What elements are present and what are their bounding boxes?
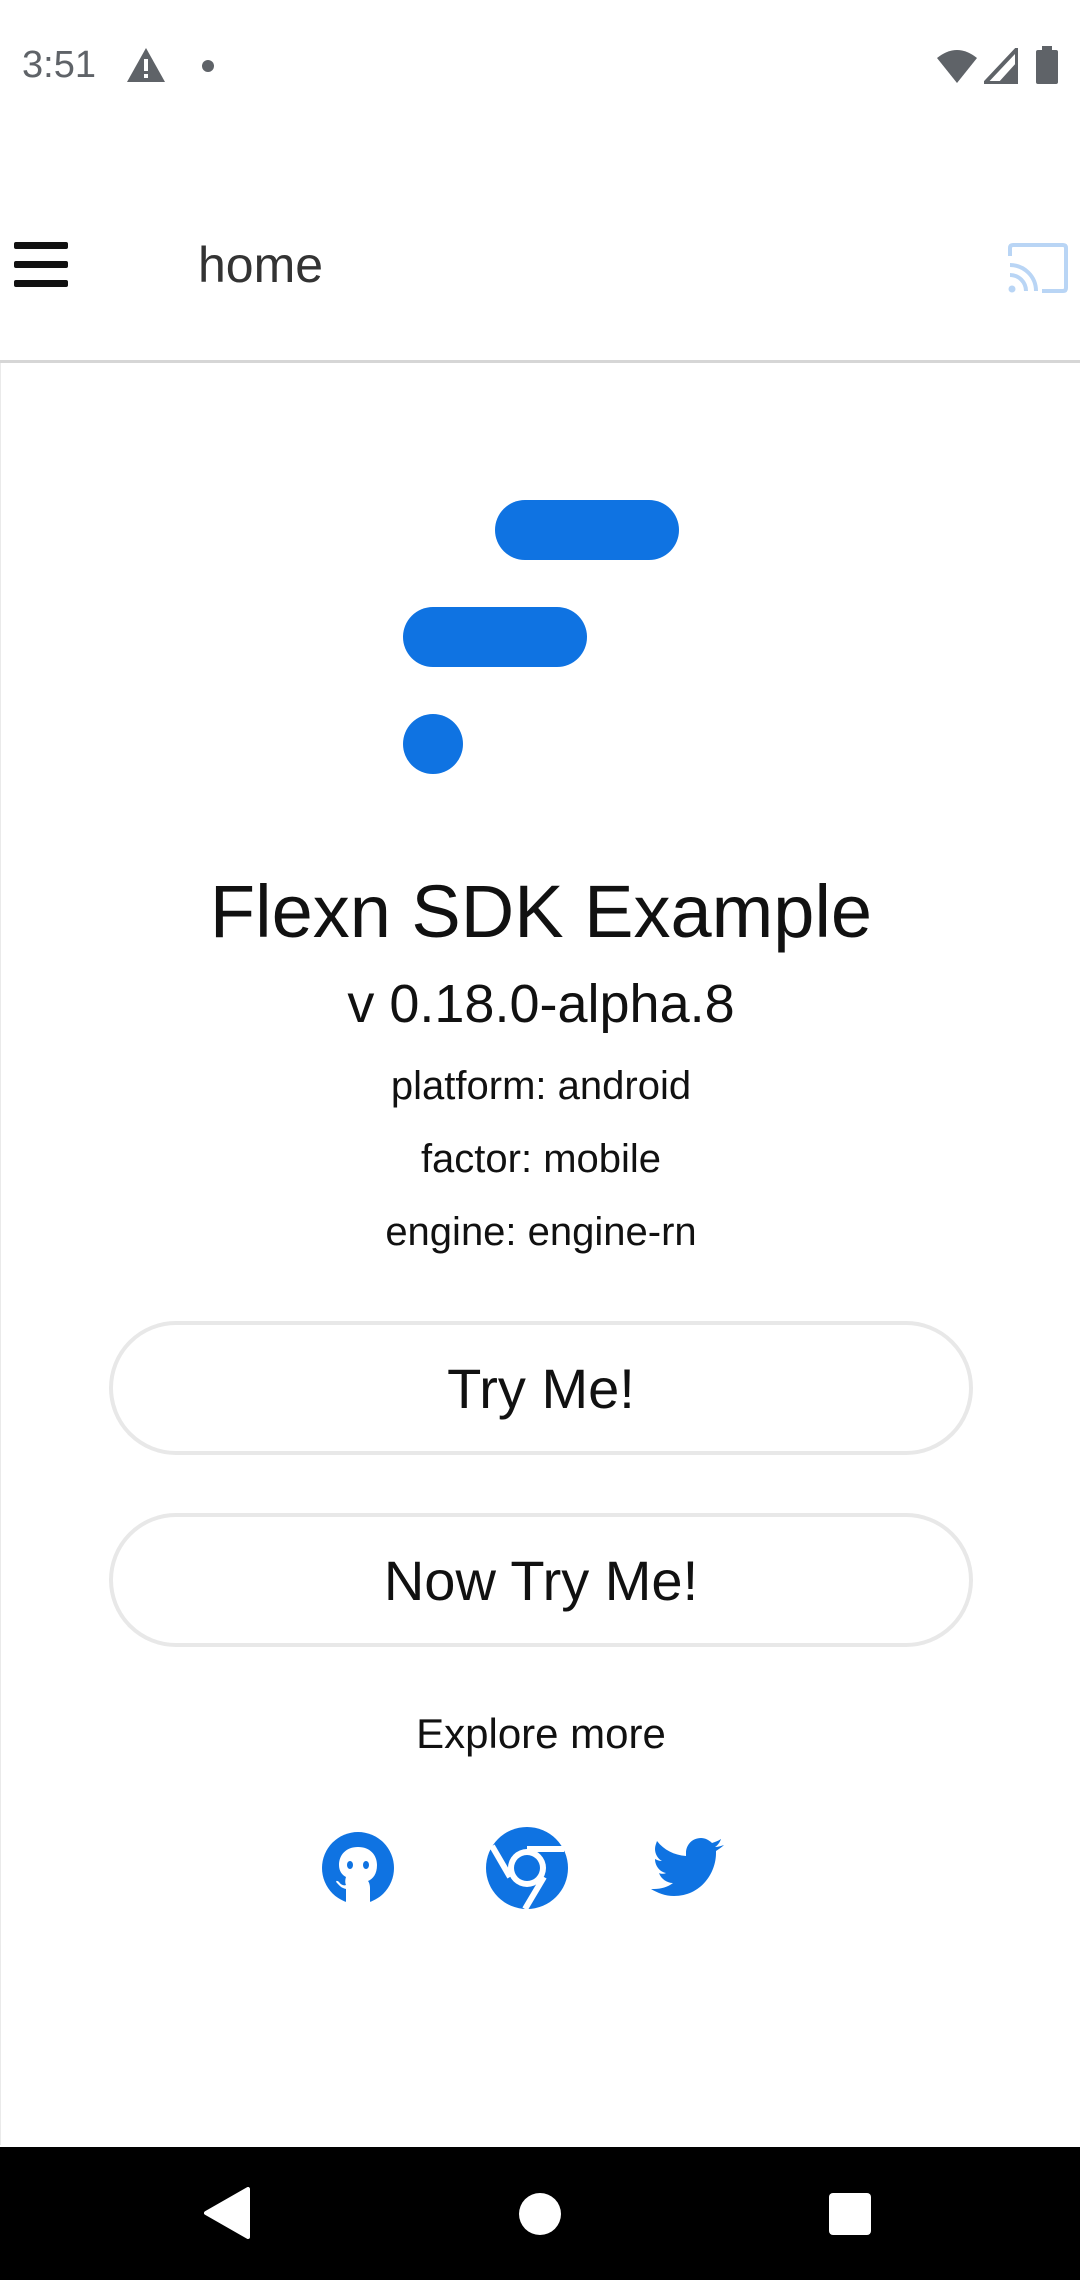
chrome-icon[interactable] [484, 1825, 570, 1911]
screen: 3:51 home Flexn SDK Example v 0.18.0-alp… [0, 0, 1080, 2280]
battery-icon [1036, 46, 1058, 84]
version-label: v 0.18.0-alpha.8 [347, 974, 735, 1034]
main-content: Flexn SDK Example v 0.18.0-alpha.8 platf… [0, 363, 1080, 2145]
status-time: 3:51 [22, 44, 96, 86]
try-me-button[interactable]: Try Me! [109, 1321, 973, 1455]
warning-icon [127, 48, 165, 82]
home-icon[interactable] [519, 2193, 561, 2235]
notification-dot-icon [202, 60, 214, 72]
status-bar: 3:51 [0, 0, 1080, 130]
app-bar: home [0, 170, 1080, 363]
system-nav-bar [0, 2147, 1080, 2280]
flexn-logo-icon [401, 500, 681, 780]
twitter-icon[interactable] [646, 1825, 732, 1911]
back-icon[interactable] [204, 2187, 252, 2239]
headline: Flexn SDK Example [209, 870, 873, 953]
explore-more-label: Explore more [416, 1710, 666, 1757]
hamburger-menu-icon[interactable] [10, 240, 70, 290]
wifi-icon [937, 50, 977, 83]
now-try-me-button[interactable]: Now Try Me! [109, 1513, 973, 1647]
page-title: home [198, 237, 324, 293]
platform-label: platform: android [390, 1064, 692, 1108]
github-icon[interactable] [315, 1825, 401, 1911]
cast-icon[interactable] [1006, 242, 1070, 294]
recents-icon[interactable] [829, 2193, 871, 2235]
signal-icon [984, 48, 1018, 84]
factor-label: factor: mobile [420, 1137, 662, 1181]
engine-label: engine: engine-rn [385, 1210, 697, 1254]
